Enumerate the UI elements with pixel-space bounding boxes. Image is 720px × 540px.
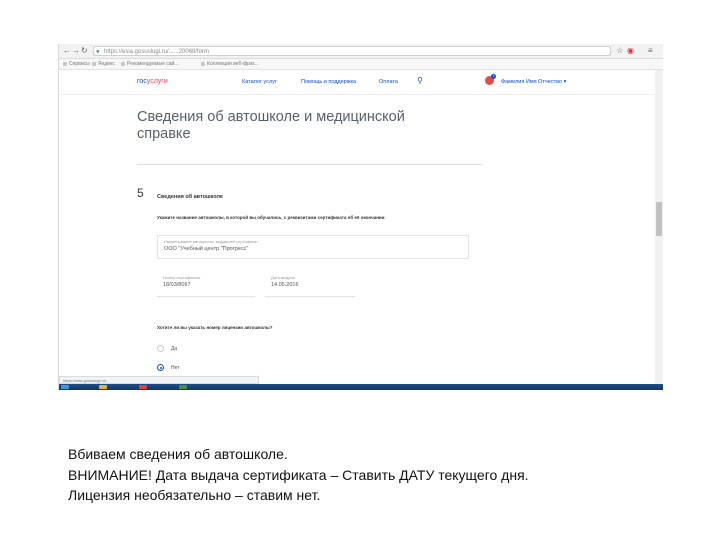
scrollbar-thumb[interactable]	[656, 202, 662, 236]
star-icon[interactable]: ☆	[616, 46, 623, 56]
taskbar-app-icon[interactable]	[139, 385, 147, 389]
school-name-field[interactable]: Наименование автошколы, выдавшей сертифи…	[157, 235, 469, 259]
search-icon[interactable]: ⚲	[417, 76, 423, 85]
radio-no-label: Нет	[171, 365, 180, 371]
bookmark-item[interactable]: Сервисы	[63, 59, 90, 69]
field-value: 18/03/8097	[163, 282, 191, 288]
certificate-number-field[interactable]: Номер сертификата 18/03/8097	[157, 272, 255, 297]
field-label: Дата выдачи	[271, 275, 295, 280]
issue-date-field[interactable]: Дата выдачи 14.05.2016	[265, 272, 355, 297]
start-button-icon[interactable]	[61, 385, 69, 389]
bookmark-item[interactable]: Яндекс	[92, 59, 115, 69]
caption-line: Лицензия необязательно – ставим нет.	[68, 487, 321, 503]
menu-icon[interactable]: ≡	[648, 46, 653, 56]
radio-yes[interactable]	[157, 345, 164, 352]
divider	[137, 164, 482, 165]
field-label: Номер сертификата	[163, 275, 201, 280]
slide-caption: Вбиваем сведения об автошколе. ВНИМАНИЕ!…	[68, 444, 668, 506]
section-hint: Укажите название автошколы, в которой вы…	[157, 215, 385, 220]
reload-icon[interactable]: ↻	[81, 46, 88, 56]
user-menu[interactable]: Фамилия Имя Отчество ▾	[501, 79, 566, 85]
field-value: ООО "Учебный центр "Прогресс"	[164, 246, 249, 252]
bookmarks-bar: Сервисы Яндекс Рекомендуемые сай... Колл…	[59, 59, 663, 70]
windows-taskbar	[59, 384, 663, 390]
taskbar-app-icon[interactable]	[99, 385, 107, 389]
url-text: https://esia.gosuslugi.ru/......20068/fo…	[104, 49, 210, 55]
browser-toolbar: ← → ↻ ● https://esia.gosuslugi.ru/......…	[59, 44, 663, 59]
step-number: 5	[137, 186, 144, 200]
step-title: Сведения об автошколе	[157, 194, 223, 200]
forward-arrow-icon[interactable]: →	[72, 46, 80, 56]
back-arrow-icon[interactable]: ←	[63, 46, 71, 56]
nav-help[interactable]: Помощь и поддержка	[301, 79, 356, 85]
chevron-down-icon: ▾	[563, 79, 567, 85]
lock-icon: ●	[96, 49, 100, 55]
taskbar-app-icon[interactable]	[179, 385, 187, 389]
bookmark-item[interactable]: Рекомендуемые сай...	[121, 59, 178, 69]
ie-icon	[121, 61, 125, 66]
extension-icon[interactable]: ◉	[627, 46, 634, 56]
license-question: Хотите ли вы указать номер лицензии авто…	[157, 325, 273, 330]
caption-line: ВНИМАНИЕ! Дата выдача сертификата – Став…	[68, 466, 529, 483]
radio-yes-label: Да	[171, 346, 178, 352]
caption-line: Вбиваем сведения об автошколе.	[68, 446, 288, 462]
field-label: Наименование автошколы, выдавшей сертифи…	[164, 239, 258, 244]
nav-payment[interactable]: Оплата	[379, 79, 398, 85]
site-header: госуслуги Каталог услуг Помощь и поддерж…	[59, 70, 655, 95]
bookmark-item[interactable]: Коллекция веб-фраг...	[201, 59, 258, 69]
ie-icon	[201, 61, 205, 66]
page-title: Сведения об автошколе и медицинской спра…	[137, 109, 405, 142]
yandex-icon	[92, 61, 96, 66]
notification-badge: 1	[491, 74, 496, 79]
status-bar: https://esia.gosuslugi.ru/...	[59, 376, 259, 384]
field-value: 14.05.2016	[271, 282, 299, 288]
gosuslugi-logo[interactable]: госуслуги	[137, 78, 168, 85]
apps-icon	[63, 61, 67, 66]
browser-screenshot: ← → ↻ ● https://esia.gosuslugi.ru/......…	[58, 44, 663, 390]
radio-no[interactable]	[157, 364, 164, 371]
nav-catalog[interactable]: Каталог услуг	[242, 79, 277, 85]
address-bar[interactable]: ● https://esia.gosuslugi.ru/......20068/…	[93, 46, 611, 56]
